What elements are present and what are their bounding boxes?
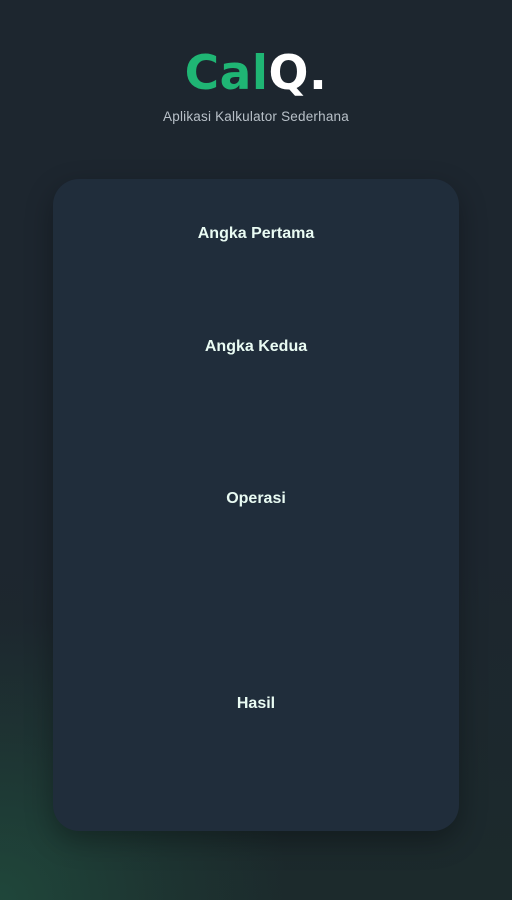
- app-subtitle: Aplikasi Kalkulator Sederhana: [163, 109, 349, 124]
- calculator-card: Angka Pertama Angka Kedua Operasi Hasil: [53, 179, 459, 831]
- app-screen: CalQ. Aplikasi Kalkulator Sederhana Angk…: [0, 0, 512, 900]
- logo-rest-text: Q.: [268, 46, 328, 101]
- result-label: Hasil: [236, 695, 276, 712]
- logo-accent-text: Cal: [184, 46, 269, 101]
- second-number-label: Angka Kedua: [204, 338, 308, 355]
- app-logo: CalQ.: [0, 44, 512, 104]
- operation-label: Operasi: [226, 490, 286, 507]
- first-number-label: Angka Pertama: [197, 225, 315, 242]
